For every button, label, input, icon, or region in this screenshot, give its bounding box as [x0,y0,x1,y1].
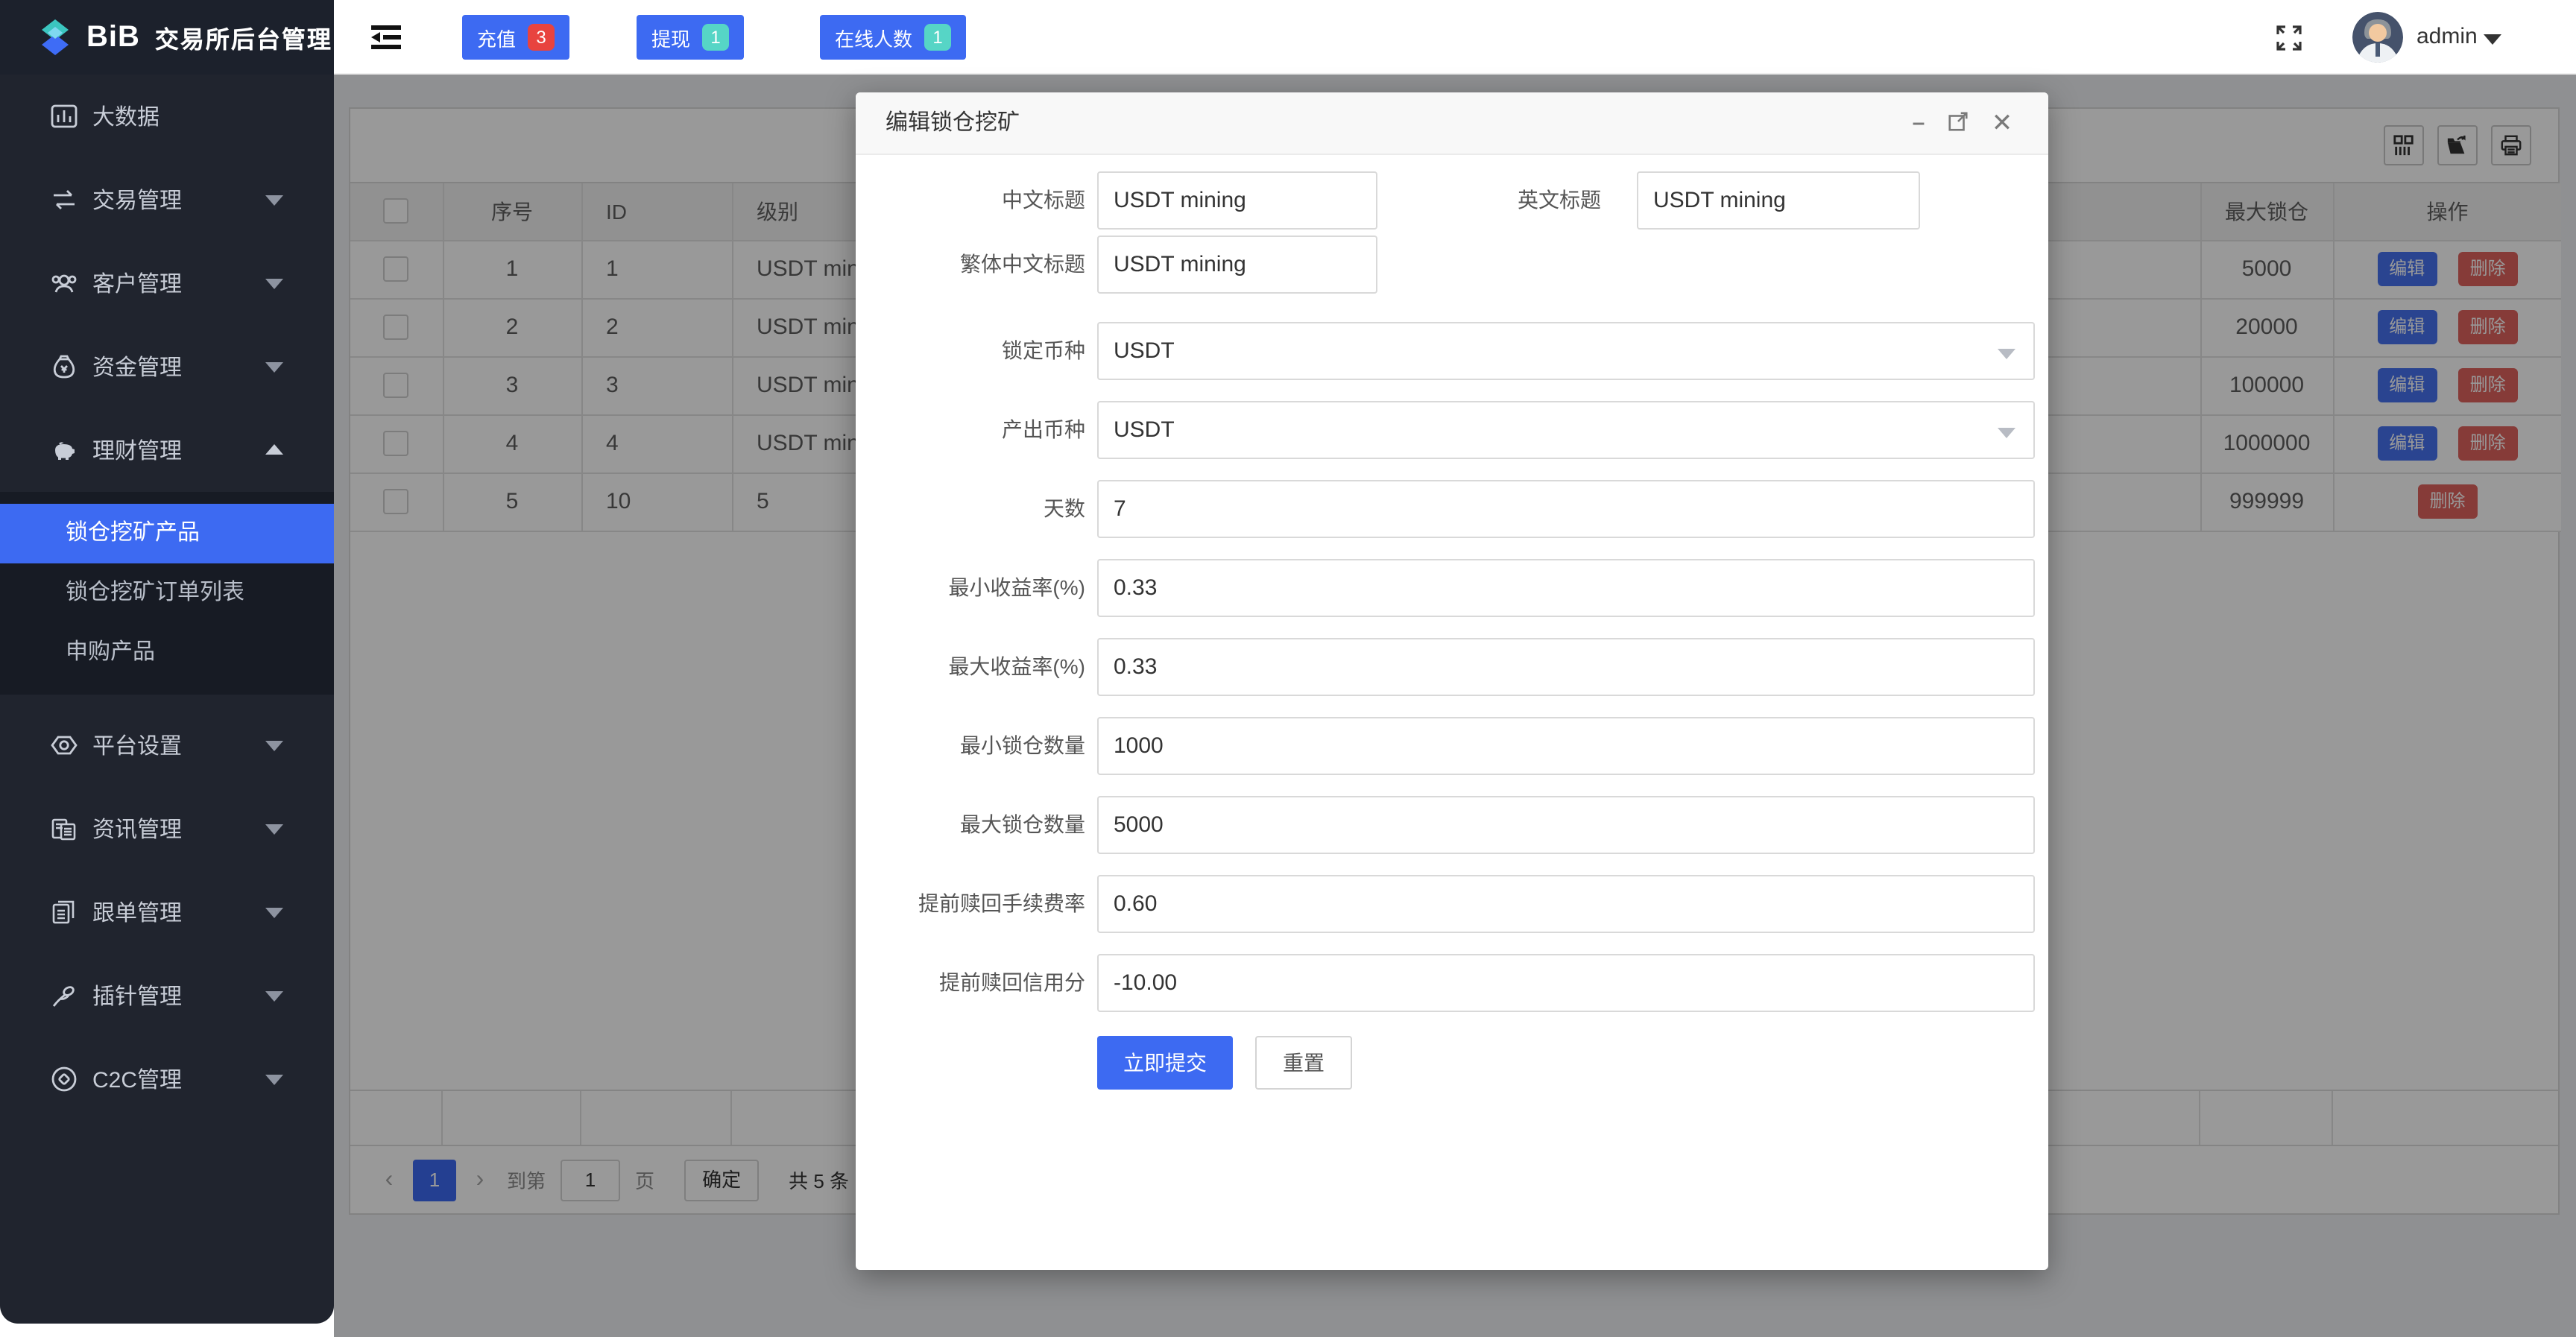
sidebar-subitem-lock-mining-products[interactable]: 锁仓挖矿产品 [0,504,334,563]
sidebar-item-platform-settings[interactable]: 平台设置 [0,704,334,787]
max-lock-label: 最大锁仓数量 [856,796,1085,854]
chevron-down-icon [265,195,283,206]
min-rate-input[interactable] [1097,559,2035,617]
min-lock-input[interactable] [1097,717,2035,775]
sidebar-item-bigdata[interactable]: 大数据 [0,75,334,158]
select-caret-icon [1998,428,2015,438]
maximize-icon[interactable] [1947,110,1974,137]
exchange-icon [51,186,78,213]
chevron-down-icon [265,824,283,835]
coin-icon [51,1066,78,1093]
sidebar: 大数据 交易管理 客户管理 [0,75,334,1337]
online-users-button[interactable]: 在线人数 1 [820,15,966,60]
reset-button[interactable]: 重置 [1255,1036,1352,1090]
online-count-badge: 1 [924,24,951,51]
max-lock-input[interactable] [1097,796,2035,854]
days-label: 天数 [856,480,1085,538]
logo-text: BiB [86,20,140,54]
zh-title-input[interactable] [1097,171,1377,230]
en-title-label: 英文标题 [1380,171,1601,230]
pin-icon [51,982,78,1009]
sidebar-item-pin[interactable]: 插针管理 [0,954,334,1037]
app-title: 交易所后台管理 [155,19,332,55]
chevron-down-icon [265,741,283,751]
sidebar-item-funds[interactable]: 资金管理 [0,325,334,408]
sidebar-item-wealth[interactable]: 理财管理 [0,408,334,492]
withdraw-button[interactable]: 提现 1 [637,15,744,60]
sidebar-item-customers[interactable]: 客户管理 [0,241,334,325]
sidebar-item-news[interactable]: 资讯管理 [0,787,334,870]
redeem-credit-input[interactable] [1097,954,2035,1012]
output-coin-label: 产出币种 [856,401,1085,459]
sidebar-item-c2c[interactable]: C2C管理 [0,1037,334,1121]
sidebar-subitem-lock-mining-orders[interactable]: 锁仓挖矿订单列表 [0,563,334,623]
redeem-credit-label: 提前赎回信用分 [856,954,1085,1012]
zh-title-label: 中文标题 [856,171,1085,230]
min-rate-label: 最小收益率(%) [856,559,1085,617]
select-caret-icon [1998,349,2015,359]
sidebar-item-trade[interactable]: 交易管理 [0,158,334,241]
copy-docs-icon [51,899,78,926]
sidebar-collapse-icon[interactable] [368,21,404,54]
chevron-down-icon [265,279,283,289]
wealth-submenu: 锁仓挖矿产品 锁仓挖矿订单列表 申购产品 [0,492,334,695]
chevron-down-icon [265,991,283,1002]
moneybag-icon [51,353,78,380]
minimize-icon[interactable]: – [1905,110,1932,137]
days-input[interactable] [1097,480,2035,538]
tw-title-input[interactable] [1097,236,1377,294]
user-menu-caret-icon [2484,34,2501,45]
tw-title-label: 繁体中文标题 [856,236,1085,294]
redeem-fee-input[interactable] [1097,875,2035,933]
output-coin-select[interactable]: USDT [1097,401,2035,459]
users-icon [51,270,78,297]
sidebar-item-copy-trading[interactable]: 跟单管理 [0,870,334,954]
piggybank-icon [51,437,78,464]
modal-title: 编辑锁仓挖矿 [886,92,1020,155]
modal-header: 编辑锁仓挖矿 – ✕ [856,92,2048,155]
user-avatar[interactable] [2352,12,2403,63]
max-rate-label: 最大收益率(%) [856,638,1085,696]
recharge-count-badge: 3 [528,24,555,51]
max-rate-input[interactable] [1097,638,2035,696]
en-title-input[interactable] [1637,171,1920,230]
platform-icon [51,732,78,759]
lock-coin-label: 锁定币种 [856,322,1085,380]
min-lock-label: 最小锁仓数量 [856,717,1085,775]
submit-button[interactable]: 立即提交 [1097,1036,1233,1090]
top-header: BiB 交易所后台管理 充值 3 提现 1 在线人数 1 [0,0,2576,75]
close-icon[interactable]: ✕ [1989,110,2015,137]
recharge-button[interactable]: 充值 3 [462,15,569,60]
redeem-fee-label: 提前赎回手续费率 [856,875,1085,933]
edit-lock-mining-modal: 编辑锁仓挖矿 – ✕ 中文标题 英文标题 繁体中文标题 锁定币种 USDT [856,92,2048,1270]
bib-logo-icon [36,18,75,57]
chevron-down-icon [265,908,283,918]
sidebar-subitem-subscribe-products[interactable]: 申购产品 [0,623,334,683]
withdraw-count-badge: 1 [702,24,729,51]
chart-icon [51,103,78,130]
chevron-down-icon [265,362,283,373]
username[interactable]: admin [2416,0,2478,75]
chevron-down-icon [265,1075,283,1085]
news-icon [51,815,78,842]
logo-block: BiB 交易所后台管理 [0,0,334,75]
admin-app: BiB 交易所后台管理 充值 3 提现 1 在线人数 1 [0,0,2576,1337]
fullscreen-icon[interactable] [2276,25,2302,51]
lock-coin-select[interactable]: USDT [1097,322,2035,380]
chevron-up-icon [265,444,283,455]
